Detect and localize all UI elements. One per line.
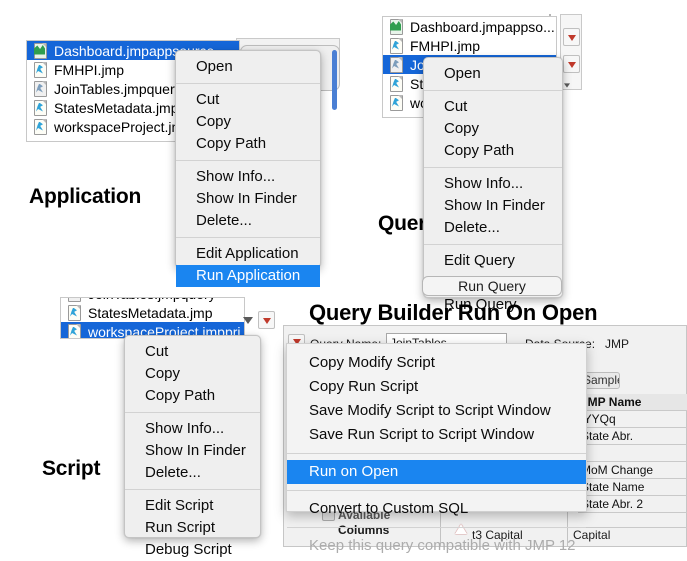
table-row[interactable] [578, 445, 687, 462]
menu-item-run-application[interactable]: Run Application [176, 265, 320, 287]
menu-item-cut[interactable]: Cut [125, 341, 260, 363]
table-row[interactable]: State Abr. [578, 428, 687, 445]
query-disclosure-icon[interactable] [564, 83, 570, 88]
menu-item-copy-path[interactable]: Copy Path [424, 140, 562, 162]
file-list-item[interactable]: Dashboard.jmpappso... [383, 17, 556, 36]
query-file-icon [33, 80, 47, 97]
menu-item-run-script[interactable]: Run Script [125, 517, 260, 539]
file-list-item[interactable]: StatesMetadata.jmp [61, 303, 244, 322]
script-context-menu[interactable]: Cut Copy Copy Path Show Info... Show In … [124, 335, 261, 558]
menu-item-edit-query[interactable]: Edit Query [424, 250, 562, 272]
menu-separator [424, 90, 562, 91]
menu-separator [424, 244, 562, 245]
menu-separator [424, 167, 562, 168]
script-section-label: Script [42, 457, 101, 480]
script-file-icon [33, 118, 47, 135]
menu-item-delete[interactable]: Delete... [125, 462, 260, 484]
run-query-button[interactable]: Run Query [422, 276, 562, 296]
query-toolbar-button[interactable] [563, 28, 580, 46]
red-triangle-icon [568, 35, 576, 41]
table-row[interactable]: State Name [578, 479, 687, 496]
menu-item-show-in-finder[interactable]: Show In Finder [176, 188, 320, 210]
script-disclosure-icon[interactable] [243, 317, 253, 324]
script-file-icon [67, 323, 81, 338]
menu-separator [287, 490, 586, 491]
menu-item-save-run-script[interactable]: Save Run Script to Script Window [287, 423, 586, 447]
menu-item-show-info[interactable]: Show Info... [176, 166, 320, 188]
menu-item-copy[interactable]: Copy [424, 118, 562, 140]
menu-item-copy-path[interactable]: Copy Path [125, 385, 260, 407]
menu-item-debug-script[interactable]: Debug Script [125, 539, 260, 561]
file-name: StatesMetadata.jmp [54, 99, 179, 116]
file-name: JoinTables.jmpquery [54, 80, 182, 97]
menu-separator [125, 412, 260, 413]
menu-separator [125, 489, 260, 490]
script-toolbar-button[interactable] [258, 311, 275, 329]
file-name: Dashboard.jmpappso... [410, 18, 555, 35]
table-row[interactable]: MoM Change [578, 462, 687, 479]
menu-item-copy-modify-script[interactable]: Copy Modify Script [287, 351, 586, 375]
menu-item-copy-path[interactable]: Copy Path [176, 133, 320, 155]
query-toolbar-button[interactable] [563, 55, 580, 73]
menu-item-copy-run-script[interactable]: Copy Run Script [287, 375, 586, 399]
menu-item-delete[interactable]: Delete... [176, 210, 320, 232]
menu-item-copy[interactable]: Copy [125, 363, 260, 385]
menu-item-show-in-finder[interactable]: Show In Finder [424, 195, 562, 217]
menu-item-edit-script[interactable]: Edit Script [125, 495, 260, 517]
application-context-menu[interactable]: Open Cut Copy Copy Path Show Info... Sho… [175, 50, 321, 287]
script-file-icon [389, 94, 403, 111]
menu-item-show-info[interactable]: Show Info... [125, 418, 260, 440]
query-window-chrome [560, 14, 582, 90]
script-file-list[interactable]: JoinTables.jmpquery StatesMetadata.jmp w… [60, 297, 245, 339]
table-row[interactable]: jYYQq [578, 411, 687, 428]
query-file-icon [389, 56, 403, 73]
menu-item-save-modify-script[interactable]: Save Modify Script to Script Window [287, 399, 586, 423]
app-file-icon [33, 42, 47, 59]
file-name: FMHPI.jmp [410, 37, 480, 54]
menu-separator [287, 453, 586, 454]
application-window-scrollbar[interactable] [332, 50, 337, 110]
table-row[interactable]: State Abr. 2 [578, 496, 687, 513]
menu-item-keep-compatible: Keep this query compatible with JMP 12 [309, 537, 576, 554]
jmp-file-icon [389, 37, 403, 54]
jmp-file-icon [33, 99, 47, 116]
red-triangle-icon [568, 62, 576, 68]
app-file-icon [389, 18, 403, 35]
menu-item-delete[interactable]: Delete... [424, 217, 562, 239]
menu-item-open[interactable]: Open [424, 63, 562, 85]
query-context-menu[interactable]: Open Cut Copy Copy Path Show Info... Sho… [423, 57, 563, 313]
menu-separator [176, 160, 320, 161]
menu-item-copy[interactable]: Copy [176, 111, 320, 133]
jmp-file-icon [67, 304, 81, 321]
application-section-label: Application [29, 185, 142, 208]
file-list-item[interactable]: FMHPI.jmp [383, 36, 556, 55]
menu-item-cut[interactable]: Cut [424, 96, 562, 118]
warning-triangle-icon [455, 524, 467, 534]
jmp-file-icon [389, 75, 403, 92]
query-builder-title: Query Builder Run On Open [309, 300, 598, 325]
menu-item-convert-to-custom-sql[interactable]: Convert to Custom SQL [287, 497, 586, 521]
menu-item-open[interactable]: Open [176, 56, 320, 78]
data-source-value: JMP [605, 337, 629, 351]
file-name: JoinTables.jmpquery [88, 298, 216, 302]
menu-item-run-on-open[interactable]: Run on Open [287, 460, 586, 484]
menu-item-cut[interactable]: Cut [176, 89, 320, 111]
red-triangle-icon [263, 318, 271, 324]
menu-item-edit-application[interactable]: Edit Application [176, 243, 320, 265]
query-builder-menu[interactable]: Copy Modify Script Copy Run Script Save … [286, 343, 587, 554]
menu-separator [176, 237, 320, 238]
menu-separator [176, 83, 320, 84]
menu-item-show-info[interactable]: Show Info... [424, 173, 562, 195]
file-name: StatesMetadata.jmp [88, 304, 213, 321]
table-header: JMP Name [578, 394, 687, 411]
table-row[interactable] [578, 513, 687, 528]
menu-separator [287, 527, 586, 528]
file-name: FMHPI.jmp [54, 61, 124, 78]
query-file-icon [67, 298, 81, 302]
menu-item-show-in-finder[interactable]: Show In Finder [125, 440, 260, 462]
jmp-file-icon [33, 61, 47, 78]
